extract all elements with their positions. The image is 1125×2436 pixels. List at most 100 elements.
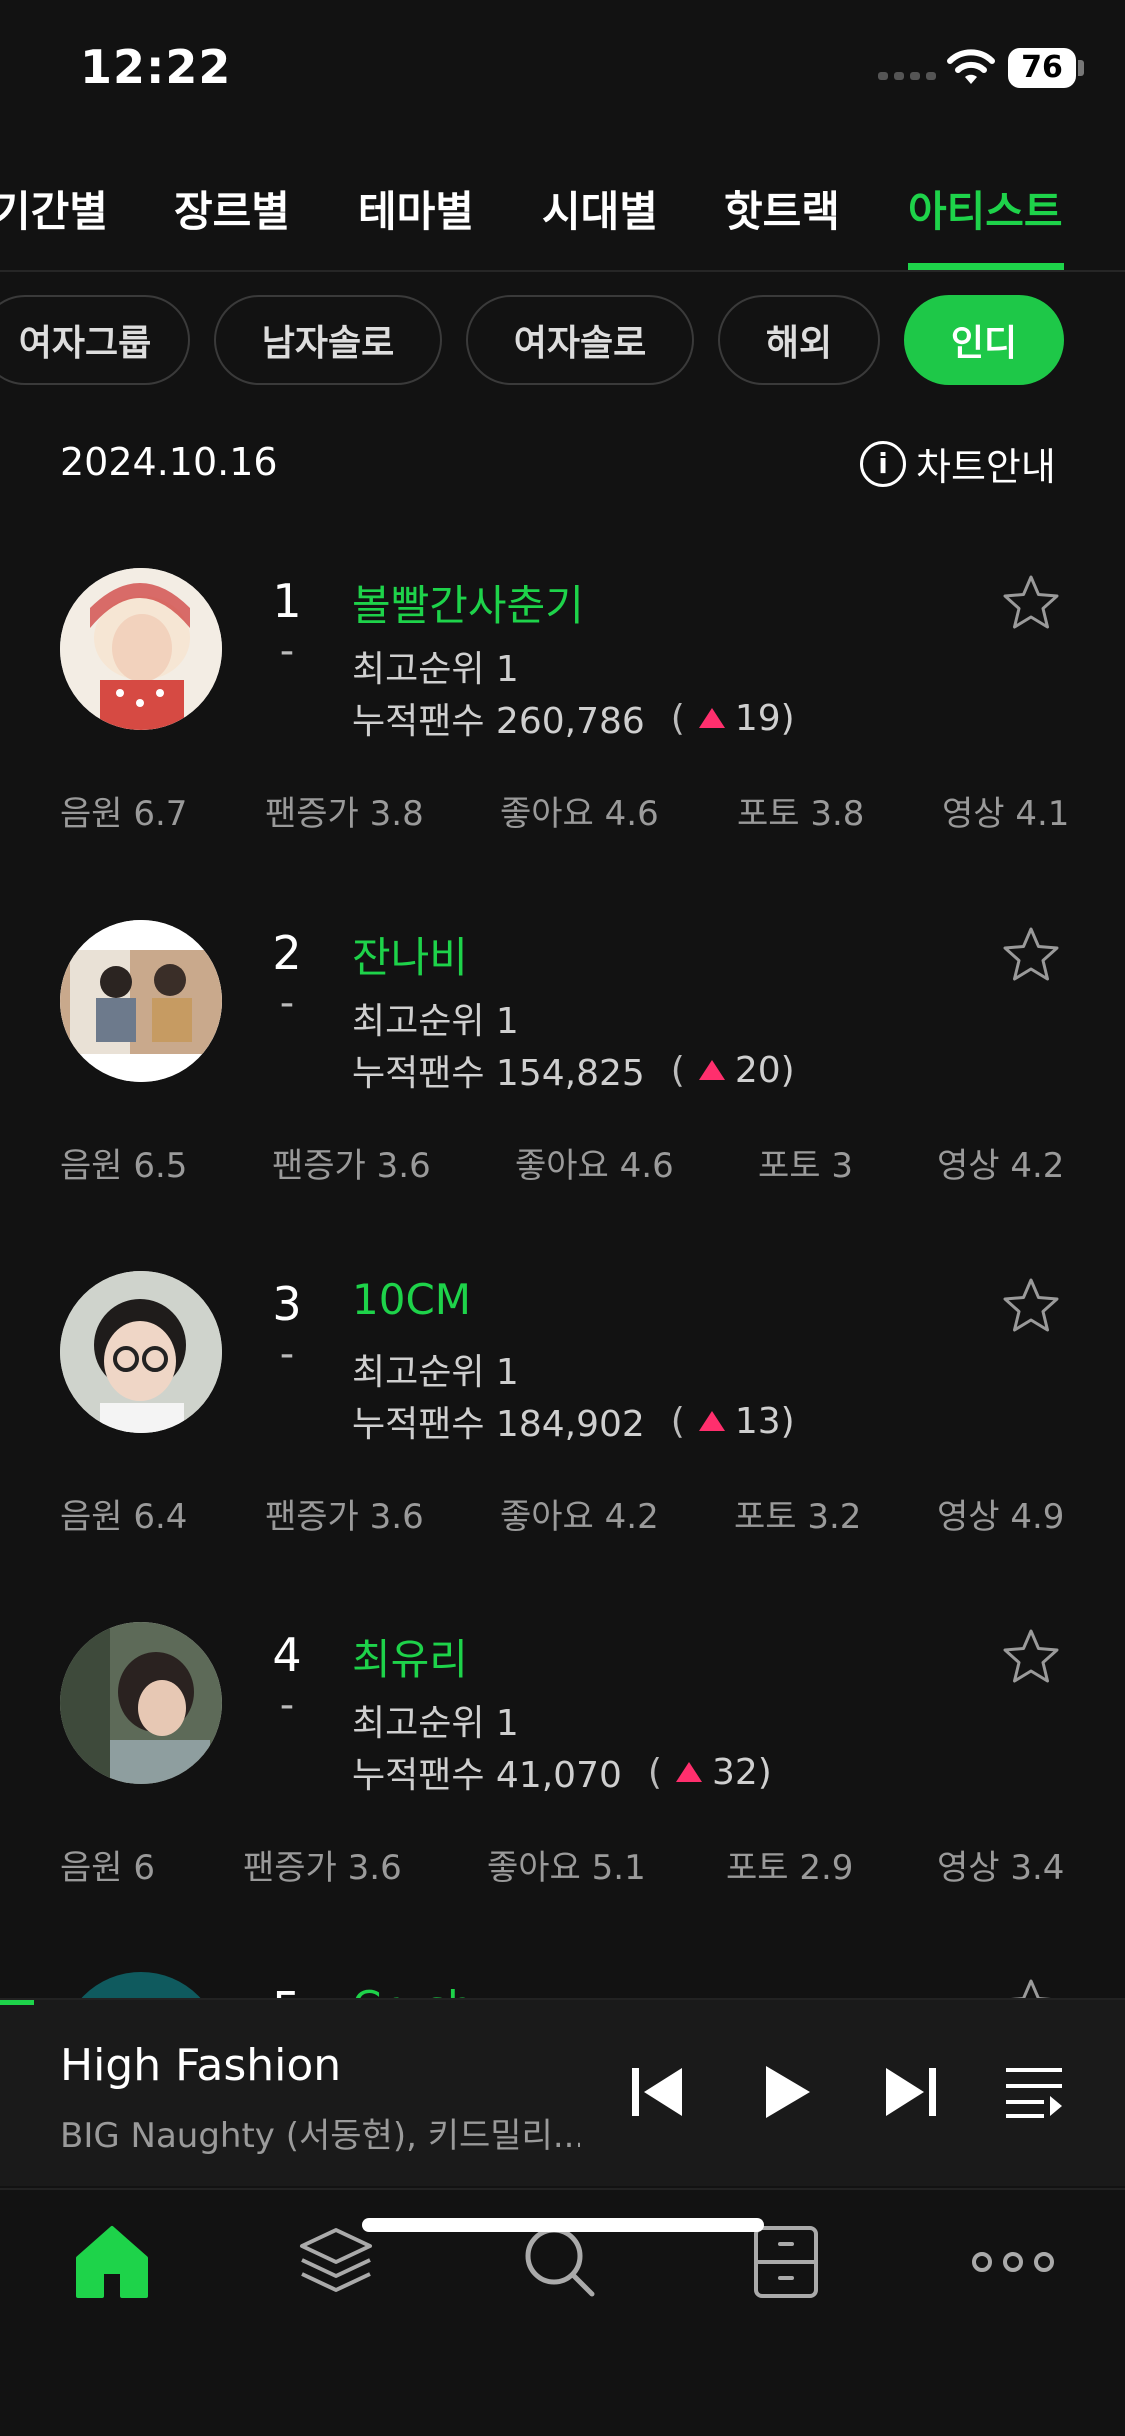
artist-name[interactable]: 10CM	[352, 1275, 471, 1324]
artist-row-partial[interactable]: 5 Crush	[0, 1960, 1125, 2000]
rank-change: -	[279, 1682, 295, 1728]
category-tabs: 기간별 장르별 테마별 시대별 핫트랙 아티스트	[0, 160, 1125, 272]
tab-genre[interactable]: 장르별	[174, 178, 290, 239]
chart-date: 2024.10.16	[60, 440, 278, 484]
star-icon[interactable]	[1000, 572, 1062, 634]
star-icon[interactable]	[1000, 1626, 1062, 1688]
tab-era[interactable]: 시대별	[542, 178, 658, 239]
up-arrow-icon	[698, 708, 725, 728]
fan-total: 누적팬수 154,825	[352, 1053, 645, 1094]
rank-number: 4	[272, 1628, 302, 1682]
chip-male-solo[interactable]: 남자솔로	[214, 295, 442, 385]
best-rank: 최고순위 1	[352, 649, 519, 690]
artist-row[interactable]: 3 - 10CM 최고순위 1 누적팬수 184,902 (13) 음원 6.4…	[0, 1271, 1125, 1621]
fan-count: 누적팬수 41,070 (32)	[352, 1746, 772, 1798]
chip-female-group[interactable]: 여자그룹	[0, 295, 190, 385]
playback-progress[interactable]	[0, 2000, 34, 2005]
library-drawer-icon[interactable]	[748, 2224, 824, 2300]
tab-theme[interactable]: 테마별	[358, 178, 474, 239]
stat-photo: 포토 3	[758, 1146, 853, 1186]
chip-overseas[interactable]: 해외	[718, 295, 880, 385]
up-arrow-icon	[698, 1411, 725, 1431]
stat-fan-increase: 팬증가 3.6	[243, 1848, 402, 1888]
star-icon[interactable]	[1000, 1275, 1062, 1337]
chip-indie[interactable]: 인디	[904, 295, 1064, 385]
best-rank: 최고순위 1	[352, 1001, 519, 1042]
artist-avatar[interactable]	[60, 1972, 222, 2000]
score-stats: 음원 6.5 팬증가 3.6 좋아요 4.6 포토 3 영상 4.2	[60, 1138, 1064, 1188]
rank-change: -	[279, 980, 295, 1026]
up-arrow-icon	[698, 1060, 725, 1080]
fan-total: 누적팬수 260,786	[352, 701, 645, 742]
song-title[interactable]: High Fashion	[60, 2040, 341, 2091]
stat-photo: 포토 2.9	[726, 1848, 854, 1888]
tab-artist[interactable]: 아티스트	[908, 178, 1063, 239]
stat-video: 영상 4.9	[937, 1497, 1065, 1537]
stat-photo: 포토 3.8	[737, 794, 865, 834]
search-icon[interactable]	[522, 2224, 598, 2300]
artist-name[interactable]: 잔나비	[352, 924, 468, 985]
rank-number: 2	[272, 926, 302, 980]
fan-count: 누적팬수 184,902 (13)	[352, 1395, 795, 1447]
artist-name[interactable]: 최유리	[352, 1626, 468, 1687]
score-stats: 음원 6 팬증가 3.6 좋아요 5.1 포토 2.9 영상 3.4	[60, 1840, 1064, 1890]
stat-video: 영상 3.4	[937, 1848, 1065, 1888]
playlist-icon[interactable]	[1004, 2062, 1064, 2122]
fan-total: 누적팬수 184,902	[352, 1404, 645, 1445]
previous-track-icon[interactable]	[628, 2062, 688, 2122]
tab-hottrack[interactable]: 핫트랙	[724, 178, 840, 239]
rank-number: 3	[272, 1277, 302, 1331]
play-icon[interactable]	[756, 2062, 816, 2122]
artist-row[interactable]: 1 - 볼빨간사춘기 최고순위 1 누적팬수 260,786 (19) 음원 6…	[0, 568, 1125, 918]
fan-count: 누적팬수 260,786 (19)	[352, 692, 795, 744]
stat-video: 영상 4.1	[942, 794, 1070, 834]
best-rank: 최고순위 1	[352, 1352, 519, 1393]
artist-avatar[interactable]	[60, 1622, 222, 1784]
rank-change: -	[279, 628, 295, 674]
stat-video: 영상 4.2	[937, 1146, 1065, 1186]
home-indicator	[362, 2218, 764, 2232]
stat-likes: 좋아요 4.6	[515, 1146, 674, 1186]
status-bar: 12:22 76	[0, 0, 1125, 140]
fan-total: 누적팬수 41,070	[352, 1755, 622, 1796]
stat-audio: 음원 6.5	[60, 1146, 188, 1186]
mini-player[interactable]: High Fashion BIG Naughty (서동현), 키드밀리...	[0, 1998, 1125, 2186]
stat-fan-increase: 팬증가 3.6	[265, 1497, 424, 1537]
fan-gain: 32	[711, 1751, 758, 1793]
stat-fan-increase: 팬증가 3.6	[272, 1146, 431, 1186]
song-artist[interactable]: BIG Naughty (서동현), 키드밀리...	[60, 2108, 580, 2157]
fan-count: 누적팬수 154,825 (20)	[352, 1044, 795, 1096]
star-icon[interactable]	[1000, 1976, 1062, 2000]
info-icon: i	[860, 440, 906, 487]
more-icon[interactable]	[970, 2224, 1056, 2300]
chart-info-label: 차트안내	[916, 445, 1056, 489]
stat-audio: 음원 6.7	[60, 794, 188, 834]
artist-avatar[interactable]	[60, 568, 222, 730]
artist-avatar[interactable]	[60, 920, 222, 1082]
rank-number: 1	[272, 574, 302, 628]
next-track-icon[interactable]	[880, 2062, 940, 2122]
active-tab-indicator	[908, 263, 1064, 270]
stat-audio: 음원 6	[60, 1848, 155, 1888]
fan-gain: 19	[734, 697, 781, 739]
stat-photo: 포토 3.2	[734, 1497, 862, 1537]
stat-likes: 좋아요 4.6	[500, 794, 659, 834]
chart-info-button[interactable]: i 차트안내	[860, 436, 1056, 491]
battery-icon: 76	[1008, 48, 1076, 88]
cellular-signal-icon	[878, 72, 936, 80]
score-stats: 음원 6.4 팬증가 3.6 좋아요 4.2 포토 3.2 영상 4.9	[60, 1489, 1064, 1539]
artist-row[interactable]: 2 - 잔나비 최고순위 1 누적팬수 154,825 (20) 음원 6.5 …	[0, 920, 1125, 1270]
up-arrow-icon	[675, 1762, 702, 1782]
layers-icon[interactable]	[298, 2224, 374, 2300]
home-icon[interactable]	[74, 2224, 150, 2300]
star-icon[interactable]	[1000, 924, 1062, 986]
score-stats: 음원 6.7 팬증가 3.8 좋아요 4.6 포토 3.8 영상 4.1	[60, 786, 1069, 836]
artist-name[interactable]: 볼빨간사춘기	[352, 572, 584, 633]
tab-period[interactable]: 기간별	[0, 178, 108, 239]
artist-avatar[interactable]	[60, 1271, 222, 1433]
status-time: 12:22	[80, 40, 232, 94]
rank-change: -	[279, 1331, 295, 1377]
chip-female-solo[interactable]: 여자솔로	[466, 295, 694, 385]
artist-row[interactable]: 4 - 최유리 최고순위 1 누적팬수 41,070 (32) 음원 6 팬증가…	[0, 1622, 1125, 1972]
battery-tip	[1078, 60, 1084, 76]
